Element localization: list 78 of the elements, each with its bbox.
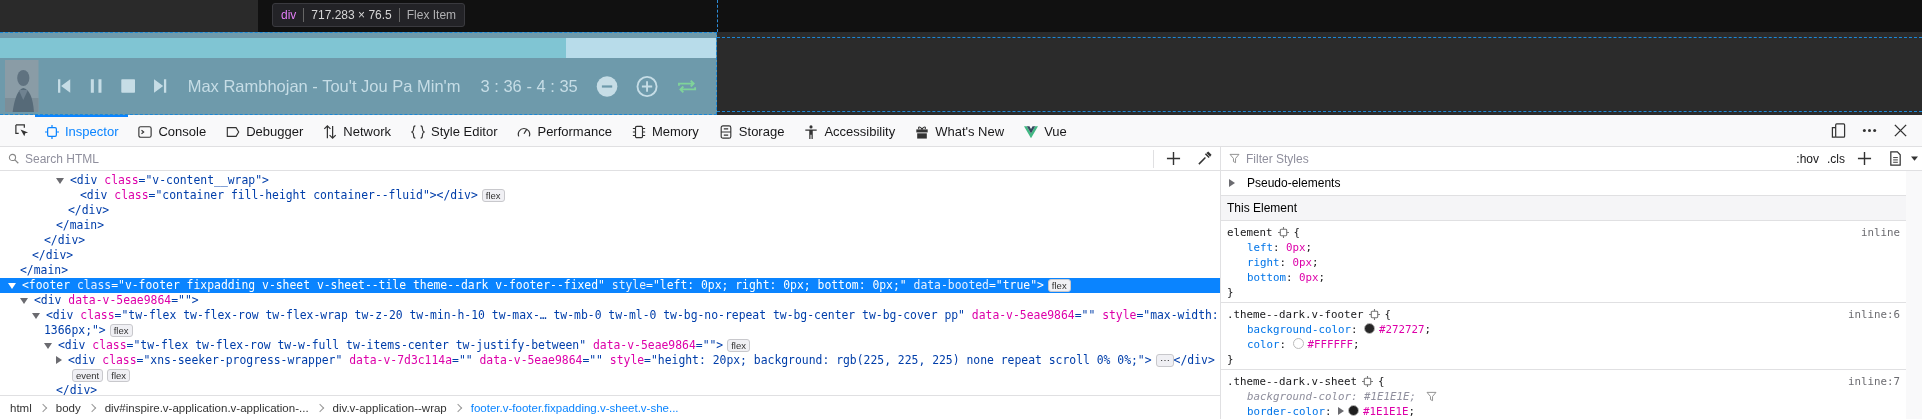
color-swatch[interactable] bbox=[1348, 405, 1360, 416]
devtools-tab[interactable]: Vue bbox=[1014, 115, 1077, 146]
declaration[interactable]: border-color: #1E1E1E; bbox=[1247, 404, 1416, 419]
devtools-tab[interactable]: Style Editor bbox=[401, 115, 508, 146]
progress-track[interactable] bbox=[0, 38, 716, 58]
markup-line[interactable]: <div class="v-content__wrap"> bbox=[0, 173, 1220, 188]
rule-source[interactable]: inline:7 bbox=[1848, 374, 1900, 389]
close-icon[interactable] bbox=[1893, 123, 1908, 138]
element-picker-icon[interactable] bbox=[14, 123, 29, 138]
debugger-icon bbox=[226, 124, 241, 139]
vue-logo-icon bbox=[1024, 124, 1039, 139]
caret-icon[interactable] bbox=[1911, 155, 1918, 162]
declaration[interactable]: color: #FFFFFF; bbox=[1247, 337, 1360, 352]
color-swatch[interactable] bbox=[1364, 323, 1376, 334]
hover-toggle[interactable]: :hov bbox=[1796, 151, 1819, 166]
breadcrumb[interactable]: div.v-application--wrap bbox=[332, 401, 447, 414]
markup-line[interactable]: </main> bbox=[0, 263, 1220, 278]
add-rule-icon[interactable] bbox=[1857, 151, 1872, 166]
track-title: Max Rambhojan - Tou't Jou Pa Min'm bbox=[187, 76, 461, 96]
track-time: 3 : 36 - 4 : 35 bbox=[480, 76, 578, 96]
markup-line[interactable]: <div class="xns-seeker-progress-wrapper" data-v-7d3c114a="" data-v-5eae9864="" style="height: 20px; background: rgb(225, 225, 225) none repeat scroll 0% 0%;"> ⋯ </div> event flex bbox=[0, 353, 1220, 383]
gift-icon bbox=[915, 124, 930, 139]
brace: } bbox=[1227, 353, 1234, 366]
breadcrumb[interactable]: html bbox=[10, 401, 32, 414]
devtools-tab[interactable]: What's New bbox=[905, 115, 1015, 146]
add-node-icon[interactable] bbox=[1166, 151, 1181, 166]
responsive-design-icon[interactable] bbox=[1831, 123, 1846, 138]
filter-icon[interactable] bbox=[1426, 391, 1438, 402]
markup-line[interactable]: </div> bbox=[0, 383, 1220, 395]
style-icon bbox=[411, 124, 425, 139]
rule-source[interactable]: inline:6 bbox=[1848, 307, 1900, 322]
memory-icon bbox=[631, 124, 646, 139]
breadcrumb[interactable]: footer.v-footer.fixpadding.v-sheet.v-she... bbox=[470, 401, 679, 414]
tooltip-role: Flex Item bbox=[406, 8, 457, 22]
declaration[interactable]: right: 0px; bbox=[1247, 255, 1319, 270]
brace: } bbox=[1227, 286, 1234, 299]
brace: { bbox=[1384, 307, 1392, 322]
markup-line[interactable]: </div> bbox=[0, 233, 1220, 248]
markup-line[interactable]: <div class="tw-flex tw-flex-row tw-w-full tw-items-center tw-justify-between" data-v-5eae9864=""> flex bbox=[0, 338, 1220, 353]
tooltip-tag: div bbox=[281, 8, 297, 22]
rule-selector: .theme--dark.v-footer bbox=[1227, 307, 1364, 322]
devtools-tab[interactable]: Inspector bbox=[35, 115, 129, 146]
filter-field[interactable]: Filter Styles bbox=[1244, 150, 1793, 167]
search-icon bbox=[8, 153, 19, 164]
devtools-tab[interactable]: Accessibility bbox=[794, 115, 906, 146]
breadcrumb[interactable]: body bbox=[55, 401, 81, 414]
markup-line[interactable]: </div> bbox=[0, 248, 1220, 263]
section-header: This Element bbox=[1221, 196, 1906, 221]
declaration[interactable]: background-color: #272727; bbox=[1247, 322, 1432, 337]
devtools-tab[interactable]: Performance bbox=[507, 115, 622, 146]
devtools-tab[interactable]: Console bbox=[128, 115, 217, 146]
rule-source[interactable]: inline bbox=[1861, 225, 1900, 240]
rule-selector: .theme--dark.v-sheet bbox=[1227, 374, 1357, 389]
devtools-tab[interactable]: Storage bbox=[708, 115, 795, 146]
devtools-tab[interactable]: Memory bbox=[621, 115, 709, 146]
search-field[interactable]: Search HTML bbox=[23, 150, 1153, 167]
devtools-tab[interactable]: Debugger bbox=[216, 115, 314, 146]
inspector-icon bbox=[45, 124, 59, 139]
document-icon[interactable] bbox=[1888, 151, 1903, 166]
tooltip-size: 717.283 × 76.5 bbox=[311, 8, 392, 22]
rule-selector: element bbox=[1227, 225, 1273, 240]
declaration[interactable]: left: 0px; bbox=[1247, 240, 1313, 255]
devtools-tab[interactable]: Network bbox=[313, 115, 401, 146]
markup-line[interactable]: <div class="container fill-height container--fluid"></div> flex bbox=[0, 188, 1220, 203]
console-icon bbox=[138, 124, 153, 139]
brace: { bbox=[1378, 374, 1385, 389]
brace: { bbox=[1293, 225, 1301, 240]
declaration[interactable]: bottom: 0px; bbox=[1247, 270, 1326, 285]
breadcrumb[interactable]: div#inspire.v-application.v-application-... bbox=[104, 401, 309, 414]
class-toggle[interactable]: .cls bbox=[1827, 151, 1845, 166]
markup-line[interactable]: </main> bbox=[0, 218, 1220, 233]
markup-line[interactable]: </div> bbox=[0, 203, 1220, 218]
markup-line[interactable]: <div data-v-5eae9864=""> bbox=[0, 293, 1220, 308]
filter-icon bbox=[1229, 153, 1240, 164]
storage-icon bbox=[718, 124, 733, 139]
network-icon bbox=[323, 124, 338, 139]
eyedropper-icon[interactable] bbox=[1197, 151, 1212, 166]
color-swatch[interactable] bbox=[1292, 338, 1304, 349]
